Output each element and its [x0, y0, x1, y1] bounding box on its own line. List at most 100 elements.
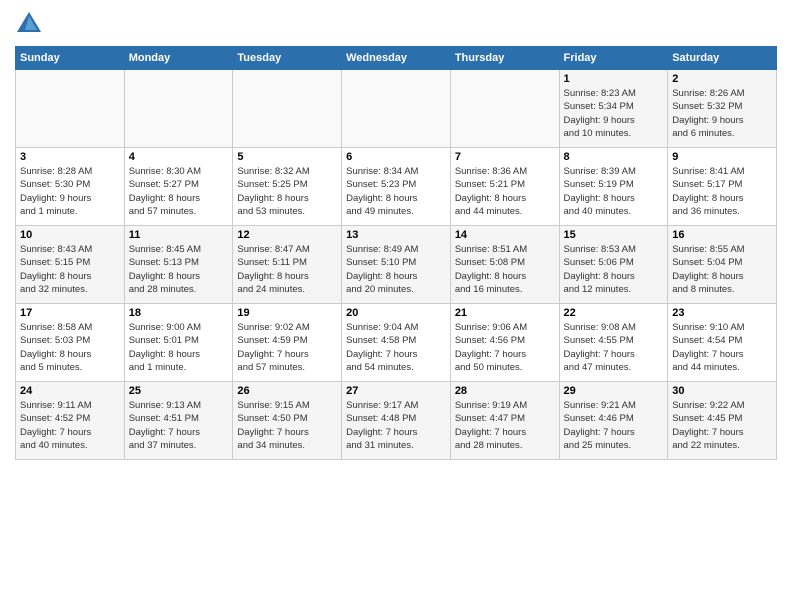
logo-icon: [15, 10, 43, 38]
day-number: 12: [237, 229, 337, 241]
day-number: 20: [346, 307, 446, 319]
day-info: Sunrise: 8:39 AM Sunset: 5:19 PM Dayligh…: [564, 165, 664, 218]
day-number: 26: [237, 385, 337, 397]
day-info: Sunrise: 9:22 AM Sunset: 4:45 PM Dayligh…: [672, 399, 772, 452]
weekday-header-row: SundayMondayTuesdayWednesdayThursdayFrid…: [16, 47, 777, 70]
day-number: 27: [346, 385, 446, 397]
calendar-cell: [342, 70, 451, 148]
logo: [15, 10, 47, 38]
calendar-cell: 26 Sunrise: 9:15 AM Sunset: 4:50 PM Dayli…: [233, 382, 342, 460]
day-number: 5: [237, 151, 337, 163]
week-row-3: 10 Sunrise: 8:43 AM Sunset: 5:15 PM Dayli…: [16, 226, 777, 304]
weekday-header-saturday: Saturday: [668, 47, 777, 70]
calendar-cell: 5 Sunrise: 8:32 AM Sunset: 5:25 PM Daylig…: [233, 148, 342, 226]
calendar-cell: 6 Sunrise: 8:34 AM Sunset: 5:23 PM Daylig…: [342, 148, 451, 226]
calendar-cell: 21 Sunrise: 9:06 AM Sunset: 4:56 PM Dayli…: [450, 304, 559, 382]
calendar-cell: [16, 70, 125, 148]
day-number: 24: [20, 385, 120, 397]
day-info: Sunrise: 9:08 AM Sunset: 4:55 PM Dayligh…: [564, 321, 664, 374]
calendar-cell: 14 Sunrise: 8:51 AM Sunset: 5:08 PM Dayli…: [450, 226, 559, 304]
day-info: Sunrise: 9:21 AM Sunset: 4:46 PM Dayligh…: [564, 399, 664, 452]
day-number: 2: [672, 73, 772, 85]
calendar-cell: 28 Sunrise: 9:19 AM Sunset: 4:47 PM Dayli…: [450, 382, 559, 460]
calendar-cell: 12 Sunrise: 8:47 AM Sunset: 5:11 PM Dayli…: [233, 226, 342, 304]
calendar-cell: 17 Sunrise: 8:58 AM Sunset: 5:03 PM Dayli…: [16, 304, 125, 382]
calendar-cell: 23 Sunrise: 9:10 AM Sunset: 4:54 PM Dayli…: [668, 304, 777, 382]
day-number: 13: [346, 229, 446, 241]
day-info: Sunrise: 9:17 AM Sunset: 4:48 PM Dayligh…: [346, 399, 446, 452]
day-info: Sunrise: 8:55 AM Sunset: 5:04 PM Dayligh…: [672, 243, 772, 296]
calendar-cell: 18Sunrise: 9:00 AM Sunset: 5:01 PM Dayli…: [124, 304, 233, 382]
calendar-cell: 7Sunrise: 8:36 AM Sunset: 5:21 PM Daylig…: [450, 148, 559, 226]
weekday-header-friday: Friday: [559, 47, 668, 70]
day-info: Sunrise: 8:36 AM Sunset: 5:21 PM Dayligh…: [455, 165, 555, 218]
day-number: 4: [129, 151, 229, 163]
week-row-2: 3 Sunrise: 8:28 AM Sunset: 5:30 PM Daylig…: [16, 148, 777, 226]
day-info: Sunrise: 8:23 AM Sunset: 5:34 PM Dayligh…: [564, 87, 664, 140]
day-info: Sunrise: 8:49 AM Sunset: 5:10 PM Dayligh…: [346, 243, 446, 296]
day-number: 14: [455, 229, 555, 241]
calendar-cell: 29 Sunrise: 9:21 AM Sunset: 4:46 PM Dayli…: [559, 382, 668, 460]
day-number: 21: [455, 307, 555, 319]
day-number: 15: [564, 229, 664, 241]
calendar-cell: 10 Sunrise: 8:43 AM Sunset: 5:15 PM Dayli…: [16, 226, 125, 304]
day-info: Sunrise: 8:58 AM Sunset: 5:03 PM Dayligh…: [20, 321, 120, 374]
day-number: 3: [20, 151, 120, 163]
day-number: 10: [20, 229, 120, 241]
day-info: Sunrise: 9:19 AM Sunset: 4:47 PM Dayligh…: [455, 399, 555, 452]
calendar-cell: 24 Sunrise: 9:11 AM Sunset: 4:52 PM Dayli…: [16, 382, 125, 460]
day-number: 6: [346, 151, 446, 163]
day-info: Sunrise: 8:51 AM Sunset: 5:08 PM Dayligh…: [455, 243, 555, 296]
day-number: 19: [237, 307, 337, 319]
weekday-header-thursday: Thursday: [450, 47, 559, 70]
day-number: 23: [672, 307, 772, 319]
day-number: 29: [564, 385, 664, 397]
day-info: Sunrise: 9:06 AM Sunset: 4:56 PM Dayligh…: [455, 321, 555, 374]
day-info: Sunrise: 8:41 AM Sunset: 5:17 PM Dayligh…: [672, 165, 772, 218]
day-number: 25: [129, 385, 229, 397]
calendar-cell: 25 Sunrise: 9:13 AM Sunset: 4:51 PM Dayli…: [124, 382, 233, 460]
week-row-1: 1 Sunrise: 8:23 AM Sunset: 5:34 PM Daylig…: [16, 70, 777, 148]
calendar-cell: 27 Sunrise: 9:17 AM Sunset: 4:48 PM Dayli…: [342, 382, 451, 460]
calendar: SundayMondayTuesdayWednesdayThursdayFrid…: [15, 46, 777, 460]
day-info: Sunrise: 8:34 AM Sunset: 5:23 PM Dayligh…: [346, 165, 446, 218]
day-number: 8: [564, 151, 664, 163]
day-number: 22: [564, 307, 664, 319]
day-number: 30: [672, 385, 772, 397]
day-number: 11: [129, 229, 229, 241]
calendar-cell: 1 Sunrise: 8:23 AM Sunset: 5:34 PM Daylig…: [559, 70, 668, 148]
calendar-cell: 15Sunrise: 8:53 AM Sunset: 5:06 PM Dayli…: [559, 226, 668, 304]
calendar-cell: 4 Sunrise: 8:30 AM Sunset: 5:27 PM Daylig…: [124, 148, 233, 226]
day-info: Sunrise: 8:26 AM Sunset: 5:32 PM Dayligh…: [672, 87, 772, 140]
day-info: Sunrise: 8:45 AM Sunset: 5:13 PM Dayligh…: [129, 243, 229, 296]
calendar-cell: [450, 70, 559, 148]
calendar-cell: 11 Sunrise: 8:45 AM Sunset: 5:13 PM Dayli…: [124, 226, 233, 304]
day-info: Sunrise: 9:04 AM Sunset: 4:58 PM Dayligh…: [346, 321, 446, 374]
calendar-cell: 22 Sunrise: 9:08 AM Sunset: 4:55 PM Dayli…: [559, 304, 668, 382]
day-info: Sunrise: 8:43 AM Sunset: 5:15 PM Dayligh…: [20, 243, 120, 296]
day-info: Sunrise: 9:13 AM Sunset: 4:51 PM Dayligh…: [129, 399, 229, 452]
weekday-header-tuesday: Tuesday: [233, 47, 342, 70]
day-number: 1: [564, 73, 664, 85]
day-info: Sunrise: 8:32 AM Sunset: 5:25 PM Dayligh…: [237, 165, 337, 218]
day-number: 17: [20, 307, 120, 319]
day-info: Sunrise: 9:00 AM Sunset: 5:01 PM Dayligh…: [129, 321, 229, 374]
day-info: Sunrise: 9:10 AM Sunset: 4:54 PM Dayligh…: [672, 321, 772, 374]
weekday-header-monday: Monday: [124, 47, 233, 70]
calendar-cell: 9Sunrise: 8:41 AM Sunset: 5:17 PM Daylig…: [668, 148, 777, 226]
weekday-header-sunday: Sunday: [16, 47, 125, 70]
weekday-header-wednesday: Wednesday: [342, 47, 451, 70]
week-row-5: 24 Sunrise: 9:11 AM Sunset: 4:52 PM Dayli…: [16, 382, 777, 460]
day-number: 16: [672, 229, 772, 241]
day-info: Sunrise: 9:15 AM Sunset: 4:50 PM Dayligh…: [237, 399, 337, 452]
calendar-cell: 13 Sunrise: 8:49 AM Sunset: 5:10 PM Dayli…: [342, 226, 451, 304]
week-row-4: 17 Sunrise: 8:58 AM Sunset: 5:03 PM Dayli…: [16, 304, 777, 382]
day-number: 28: [455, 385, 555, 397]
day-info: Sunrise: 8:47 AM Sunset: 5:11 PM Dayligh…: [237, 243, 337, 296]
day-info: Sunrise: 8:30 AM Sunset: 5:27 PM Dayligh…: [129, 165, 229, 218]
calendar-cell: 3 Sunrise: 8:28 AM Sunset: 5:30 PM Daylig…: [16, 148, 125, 226]
calendar-cell: 19Sunrise: 9:02 AM Sunset: 4:59 PM Dayli…: [233, 304, 342, 382]
day-info: Sunrise: 9:11 AM Sunset: 4:52 PM Dayligh…: [20, 399, 120, 452]
calendar-cell: [124, 70, 233, 148]
day-info: Sunrise: 8:28 AM Sunset: 5:30 PM Dayligh…: [20, 165, 120, 218]
